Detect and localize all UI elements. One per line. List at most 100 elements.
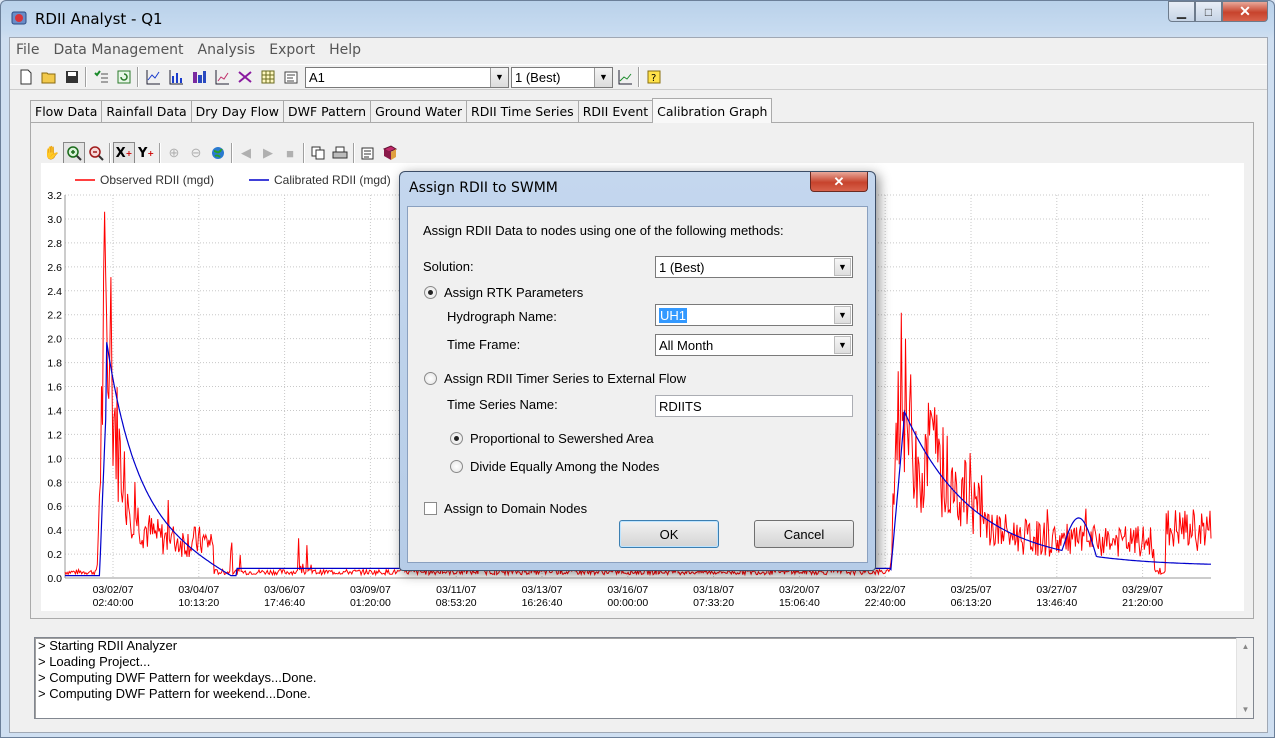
- book-icon[interactable]: [379, 142, 401, 164]
- close-icon: ✕: [1239, 3, 1251, 19]
- new-file-icon[interactable]: [14, 66, 37, 88]
- menu-data-management[interactable]: Data Management: [53, 42, 183, 58]
- help-icon[interactable]: ?: [642, 66, 665, 88]
- check-list-icon[interactable]: [89, 66, 112, 88]
- save-icon[interactable]: [60, 66, 83, 88]
- proportional-radio[interactable]: [450, 432, 463, 445]
- zoom-in-icon[interactable]: [63, 142, 85, 164]
- menu-export[interactable]: Export: [269, 42, 315, 58]
- rtk-radio[interactable]: [424, 286, 437, 299]
- settings-icon[interactable]: [279, 66, 302, 88]
- x-axis-icon[interactable]: X +: [113, 142, 135, 164]
- tab-rainfall-data[interactable]: Rainfall Data: [101, 100, 192, 122]
- window-title: RDII Analyst - Q1: [35, 10, 163, 28]
- x-tick-label: 03/16/07: [607, 584, 648, 596]
- timeseries-name-value: RDIITS: [659, 398, 702, 414]
- toolbar-separator: [231, 143, 233, 163]
- chart-toolbar: ✋ X + Y + ⊕ ⊖ ◀ ▶ ■: [41, 141, 401, 165]
- minimize-button[interactable]: ▁: [1168, 1, 1195, 22]
- maximize-button[interactable]: □: [1195, 1, 1222, 22]
- menu-file[interactable]: File: [16, 42, 39, 58]
- location-value: A1: [309, 69, 325, 85]
- copy-icon[interactable]: [307, 142, 329, 164]
- pan-icon[interactable]: ✋: [41, 142, 63, 164]
- stop-icon[interactable]: ■: [279, 142, 301, 164]
- ok-button[interactable]: OK: [619, 520, 719, 548]
- legend-label: Calibrated RDII (mgd): [274, 173, 391, 187]
- open-folder-icon[interactable]: [37, 66, 60, 88]
- menu-bar: File Data Management Analysis Export Hel…: [10, 38, 1267, 62]
- y-tick-label: 3.0: [47, 214, 62, 226]
- refresh-icon[interactable]: [112, 66, 135, 88]
- menu-help[interactable]: Help: [329, 42, 361, 58]
- y-tick-label: 2.0: [47, 334, 62, 346]
- domain-label: Assign to Domain Nodes: [444, 501, 588, 516]
- timeseries-option-label: Assign RDII Timer Series to External Flo…: [444, 371, 687, 386]
- toolbar-separator: [159, 143, 161, 163]
- prev-icon[interactable]: ◀: [235, 142, 257, 164]
- minimize-icon: ▁: [1176, 4, 1187, 19]
- bar-chart-icon[interactable]: [164, 66, 187, 88]
- zoom-out-dim-icon[interactable]: ⊖: [185, 142, 207, 164]
- y-tick-label: 2.8: [47, 238, 62, 250]
- solution-select[interactable]: 1 (Best) ▼: [511, 66, 613, 88]
- x-tick-label: 21:20:00: [1122, 597, 1163, 609]
- scroll-up-icon[interactable]: ▲: [1237, 638, 1254, 655]
- title-bar[interactable]: RDII Analyst - Q1 ▁ □ ✕: [1, 1, 1274, 35]
- line-chart-icon[interactable]: [141, 66, 164, 88]
- y-axis-icon[interactable]: Y +: [135, 142, 157, 164]
- log-line: > Loading Project...: [38, 654, 151, 669]
- log-panel[interactable]: > Starting RDII Analyzer > Loading Proje…: [34, 637, 1254, 719]
- dialog-intro: Assign RDII Data to nodes using one of t…: [423, 223, 784, 238]
- x-tick-label: 03/20/07: [779, 584, 820, 596]
- globe-icon[interactable]: [207, 142, 229, 164]
- scroll-down-icon[interactable]: ▼: [1237, 701, 1254, 718]
- properties-icon[interactable]: [357, 142, 379, 164]
- timeseries-radio[interactable]: [424, 372, 437, 385]
- bar-chart-alt-icon[interactable]: [187, 66, 210, 88]
- tab-dry-day-flow[interactable]: Dry Day Flow: [190, 100, 284, 122]
- location-select[interactable]: A1 ▼: [305, 66, 509, 88]
- tab-calibration-graph[interactable]: Calibration Graph: [652, 98, 773, 123]
- solution-dropdown[interactable]: 1 (Best) ▼: [655, 256, 853, 278]
- chevron-down-icon: ▼: [834, 258, 851, 276]
- chevron-down-icon: ▼: [490, 67, 508, 87]
- dialog-close-button[interactable]: ✕: [810, 172, 868, 192]
- hydrograph-dropdown[interactable]: UH1 ▼: [655, 304, 853, 326]
- y-tick-label: 1.8: [47, 358, 62, 370]
- dialog-body: Assign RDII Data to nodes using one of t…: [407, 206, 868, 563]
- zoom-in-dim-icon[interactable]: ⊕: [163, 142, 185, 164]
- x-tick-label: 03/09/07: [350, 584, 391, 596]
- tab-rdii-time-series[interactable]: RDII Time Series: [466, 100, 579, 122]
- pattern-icon[interactable]: [233, 66, 256, 88]
- rtk-label: Assign RTK Parameters: [444, 285, 584, 300]
- log-scrollbar[interactable]: ▲ ▼: [1236, 638, 1253, 718]
- timeframe-dropdown[interactable]: All Month ▼: [655, 334, 853, 356]
- tab-flow-data[interactable]: Flow Data: [30, 100, 103, 122]
- tab-dwf-pattern[interactable]: DWF Pattern: [282, 100, 372, 122]
- tab-rdii-event[interactable]: RDII Event: [577, 100, 654, 122]
- x-tick-label: 03/29/07: [1122, 584, 1163, 596]
- y-tick-label: 0.4: [47, 525, 62, 537]
- graph-icon[interactable]: [613, 66, 636, 88]
- x-tick-label: 03/02/07: [93, 584, 134, 596]
- scatter-icon[interactable]: [210, 66, 233, 88]
- table-icon[interactable]: [256, 66, 279, 88]
- next-icon[interactable]: ▶: [257, 142, 279, 164]
- menu-analysis[interactable]: Analysis: [198, 42, 256, 58]
- domain-checkbox[interactable]: [424, 502, 437, 515]
- x-tick-label: 22:40:00: [865, 597, 906, 609]
- divide-radio[interactable]: [450, 460, 463, 473]
- cancel-button[interactable]: Cancel: [754, 520, 854, 548]
- tab-ground-water[interactable]: Ground Water: [370, 100, 468, 122]
- timeseries-name-input[interactable]: RDIITS: [655, 395, 853, 417]
- toolbar: A1 ▼ 1 (Best) ▼ ?: [10, 64, 1267, 90]
- chevron-down-icon: ▼: [834, 306, 851, 324]
- print-icon[interactable]: [329, 142, 351, 164]
- y-tick-label: 1.0: [47, 453, 62, 465]
- log-line: > Computing DWF Pattern for weekdays...D…: [38, 670, 317, 685]
- y-tick-label: 3.2: [47, 190, 62, 202]
- close-button[interactable]: ✕: [1222, 1, 1268, 22]
- zoom-out-icon[interactable]: [85, 142, 107, 164]
- app-window: RDII Analyst - Q1 ▁ □ ✕ File Data Manage…: [0, 0, 1275, 738]
